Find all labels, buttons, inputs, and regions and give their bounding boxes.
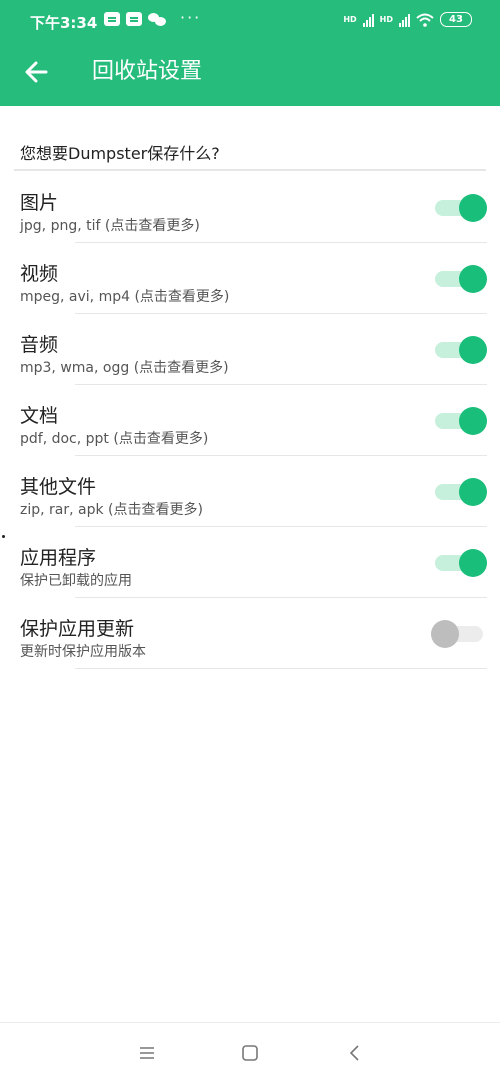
- setting-subtitle: 更新时保护应用版本: [20, 644, 146, 660]
- status-indicators: HD HD 43: [343, 12, 472, 27]
- setting-row-apps[interactable]: 应用程序 保护已卸载的应用: [0, 527, 500, 598]
- setting-subtitle[interactable]: mpeg, avi, mp4 (点击查看更多): [20, 286, 229, 306]
- signal-hd-label: HD: [379, 14, 393, 24]
- setting-row-documents[interactable]: 文档 pdf, doc, ppt (点击查看更多): [0, 385, 500, 456]
- back-arrow-icon[interactable]: [20, 56, 52, 88]
- setting-row-other-files[interactable]: 其他文件 zip, rar, apk (点击查看更多): [0, 456, 500, 527]
- setting-title: 音频: [20, 334, 59, 356]
- other-files-toggle[interactable]: [435, 478, 487, 506]
- setting-row-videos[interactable]: 视频 mpeg, avi, mp4 (点击查看更多): [0, 243, 500, 314]
- signal-icon: [362, 13, 374, 27]
- message-icon: [104, 12, 120, 26]
- wifi-icon: [416, 13, 434, 27]
- setting-title: 其他文件: [20, 476, 97, 498]
- setting-subtitle[interactable]: jpg, png, tif (点击查看更多): [20, 215, 200, 235]
- setting-title: 应用程序: [20, 547, 97, 569]
- setting-row-audio[interactable]: 音频 mp3, wma, ogg (点击查看更多): [0, 314, 500, 385]
- setting-row-app-updates[interactable]: 保护应用更新 更新时保护应用版本: [0, 598, 500, 669]
- divider: [75, 668, 487, 669]
- status-bar: 下午3:34 ··· HD HD 43: [0, 0, 500, 42]
- apps-toggle[interactable]: [435, 549, 487, 577]
- setting-title: 文档: [20, 405, 59, 427]
- setting-subtitle[interactable]: mp3, wma, ogg (点击查看更多): [20, 357, 229, 377]
- battery-icon: 43: [440, 12, 472, 27]
- notification-icons: [104, 12, 166, 26]
- setting-title: 图片: [20, 192, 59, 214]
- app-updates-toggle[interactable]: [431, 620, 487, 648]
- back-chevron-icon[interactable]: [343, 1041, 367, 1065]
- menu-icon[interactable]: [135, 1041, 159, 1065]
- setting-title: 视频: [20, 263, 59, 285]
- home-square-icon[interactable]: [238, 1041, 262, 1065]
- audio-toggle[interactable]: [435, 336, 487, 364]
- status-time: 下午3:34: [30, 14, 98, 32]
- system-nav-bar: [0, 1022, 500, 1084]
- message-icon: [126, 12, 142, 26]
- signal-icon: [399, 13, 410, 27]
- documents-toggle[interactable]: [435, 407, 487, 435]
- signal-hd-label: HD: [343, 14, 357, 24]
- section-header: 您想要Dumpster保存什么?: [20, 144, 220, 163]
- images-toggle[interactable]: [435, 194, 487, 222]
- setting-subtitle: 保护已卸载的应用: [20, 573, 132, 589]
- setting-subtitle[interactable]: pdf, doc, ppt (点击查看更多): [20, 428, 208, 448]
- setting-title: 保护应用更新: [20, 618, 135, 640]
- edge-dot: [2, 535, 5, 538]
- app-bar: 下午3:34 ··· HD HD 43 回收站设置: [0, 0, 500, 106]
- divider: [14, 169, 486, 171]
- wechat-icon: [148, 12, 166, 26]
- page-title: 回收站设置: [92, 59, 203, 84]
- more-notifications-icon: ···: [180, 8, 202, 27]
- videos-toggle[interactable]: [435, 265, 487, 293]
- setting-subtitle[interactable]: zip, rar, apk (点击查看更多): [20, 499, 203, 519]
- setting-row-images[interactable]: 图片 jpg, png, tif (点击查看更多): [0, 172, 500, 243]
